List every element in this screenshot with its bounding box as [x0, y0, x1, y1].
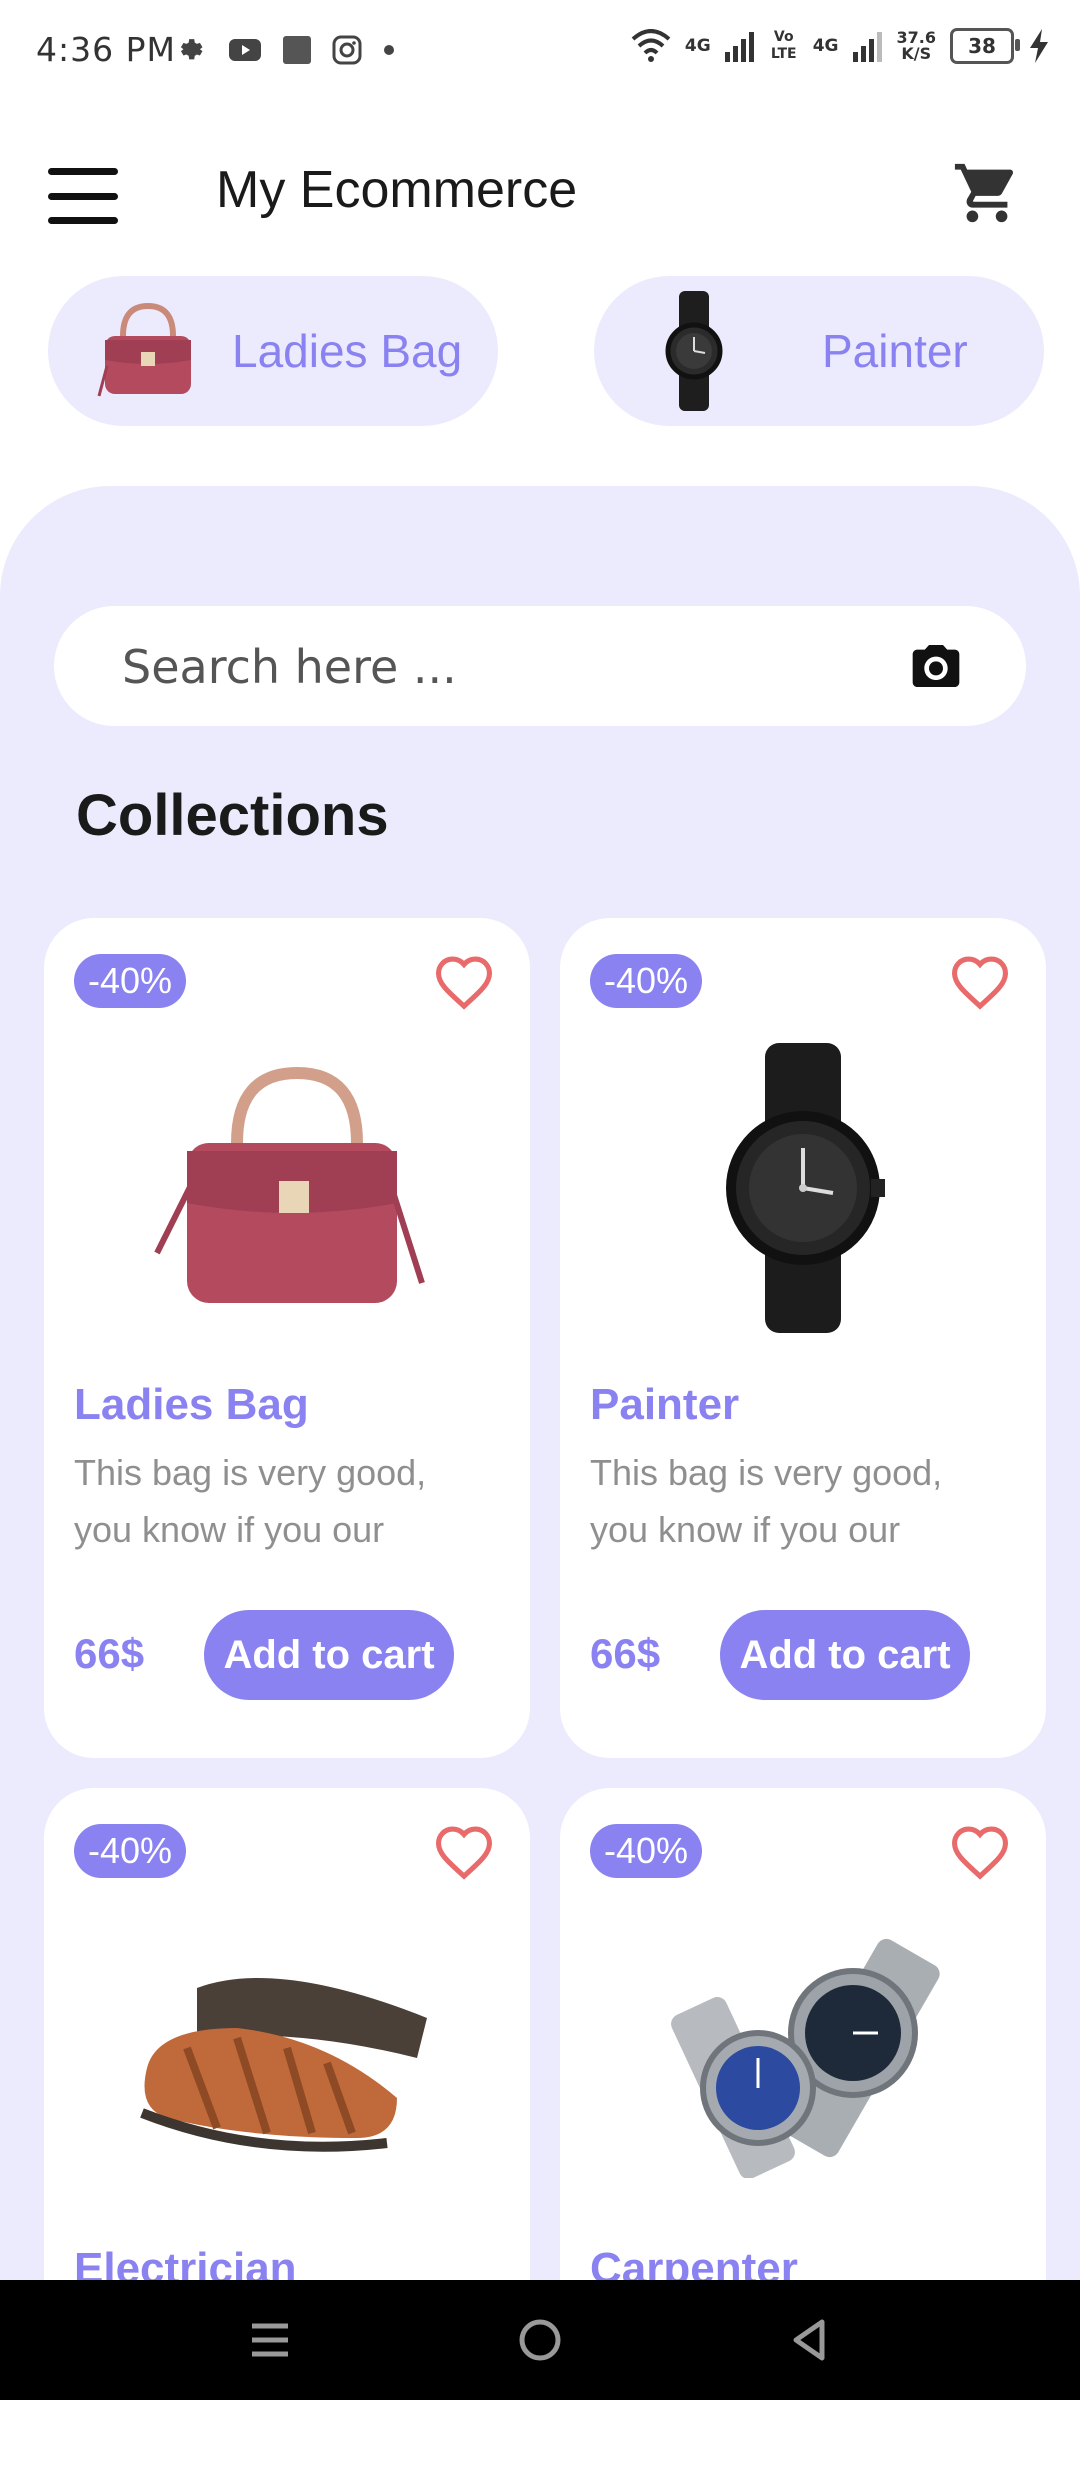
category-chip-painter[interactable]: Painter: [594, 276, 1044, 426]
product-name: Ladies Bag: [74, 1380, 309, 1429]
category-label: Painter: [822, 325, 968, 377]
volte-label: Vo LTE: [770, 29, 797, 62]
product-price: 66$: [74, 1630, 145, 1677]
discount-badge: -40%: [590, 1824, 703, 1878]
notification-icons: [176, 34, 396, 66]
app-title: My Ecommerce: [216, 161, 578, 219]
search-input[interactable]: [120, 606, 904, 728]
handbag-image: [44, 1048, 530, 1328]
charging-icon: [1030, 29, 1048, 63]
settings-icon: [180, 39, 203, 60]
product-price: 66$: [590, 1630, 661, 1677]
category-label: Ladies Bag: [232, 325, 463, 377]
recent-apps-icon[interactable]: [240, 2310, 300, 2370]
heart-icon[interactable]: [432, 1824, 496, 1880]
product-description: This bag is very good, you know if you o…: [590, 1452, 943, 1550]
product-name: Painter: [590, 1380, 740, 1429]
handbag-image: [88, 291, 208, 411]
dot-icon: [384, 45, 394, 55]
heart-icon[interactable]: [948, 1824, 1012, 1880]
product-description: This bag is very good, you know if you o…: [74, 1452, 427, 1550]
heart-icon[interactable]: [432, 954, 496, 1010]
search-bar: [54, 606, 1026, 728]
discount-badge: -40%: [74, 1824, 187, 1878]
shopping-cart-icon[interactable]: [952, 158, 1022, 228]
battery-icon: 38: [950, 28, 1020, 64]
wifi-icon: [631, 29, 671, 62]
back-icon[interactable]: [780, 2310, 840, 2370]
product-card[interactable]: -40% Painter This bag is very good, you …: [560, 918, 1046, 1758]
hamburger-icon[interactable]: [48, 168, 118, 224]
main-panel: Collections -40% Ladies Bag This bag is …: [0, 486, 1080, 2488]
watch-image: [560, 1043, 1046, 1333]
watch-image: [634, 291, 754, 411]
gallery-icon: [283, 36, 311, 64]
product-card[interactable]: -40% Ladies Bag This bag is very good, y…: [44, 918, 530, 1758]
signal-icon: [724, 32, 754, 62]
camera-icon[interactable]: [908, 638, 964, 694]
discount-badge: -40%: [590, 954, 703, 1008]
instagram-icon: [332, 35, 362, 65]
net-speed: 37.6 K/S: [896, 28, 936, 63]
sandals-image: [44, 1918, 530, 2198]
app-bar: My Ecommerce: [0, 140, 1080, 250]
heart-icon[interactable]: [948, 954, 1012, 1010]
network-type-2: 4G: [812, 35, 839, 56]
status-bar: 4:36 PM 4G Vo LTE 4G 37.6 K/S 38: [0, 0, 1080, 105]
network-type-1: 4G: [684, 35, 711, 56]
category-chip-ladies-bag[interactable]: Ladies Bag: [48, 276, 498, 426]
youtube-icon: [229, 39, 261, 61]
section-title: Collections: [76, 783, 389, 848]
add-to-cart-button[interactable]: Add to cart: [720, 1610, 970, 1700]
system-nav-bar: [0, 2280, 1080, 2400]
status-time: 4:36 PM: [36, 30, 176, 69]
home-icon[interactable]: [510, 2310, 570, 2370]
discount-badge: -40%: [74, 954, 187, 1008]
signal-icon-2: [852, 32, 882, 62]
watches-pair-image: [560, 1918, 1046, 2198]
add-to-cart-button[interactable]: Add to cart: [204, 1610, 454, 1700]
status-right: 4G Vo LTE 4G 37.6 K/S 38: [631, 28, 1050, 64]
